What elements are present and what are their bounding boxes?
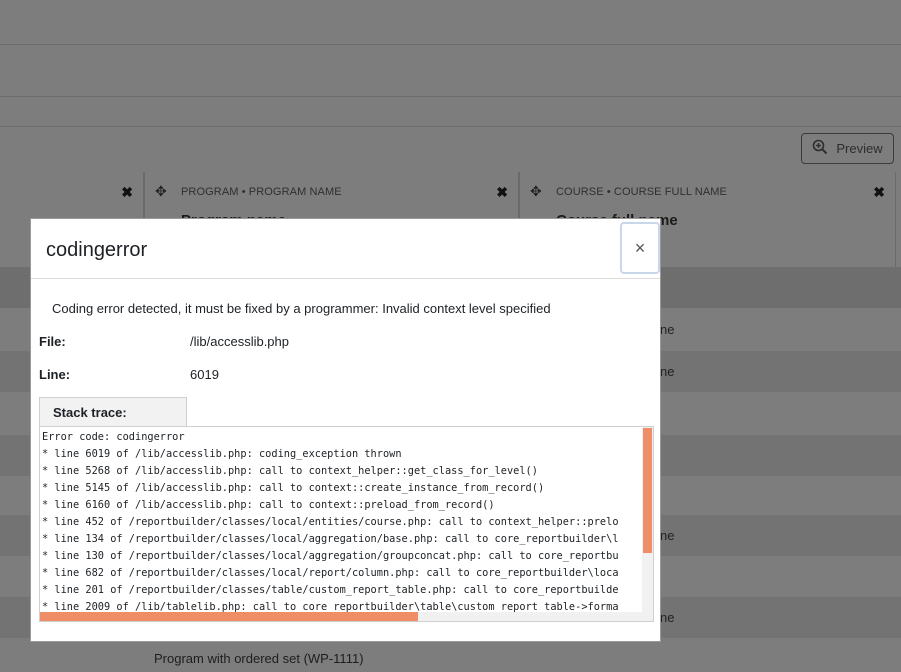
column-name: COURSE • COURSE FULL NAME bbox=[556, 186, 727, 198]
error-message: Coding error detected, it must be fixed … bbox=[52, 301, 551, 316]
trace-line: * line 6160 of /lib/accesslib.php: call … bbox=[42, 499, 495, 511]
remove-column-icon[interactable]: ✖ bbox=[121, 184, 133, 201]
trace-line: * line 6019 of /lib/accesslib.php: codin… bbox=[42, 448, 402, 460]
trace-line: * line 682 of /reportbuilder/classes/loc… bbox=[42, 567, 619, 579]
preview-label: Preview bbox=[836, 141, 883, 156]
line-value: 6019 bbox=[190, 367, 219, 382]
stack-trace-text: Error code: codingerror * line 6019 of /l… bbox=[42, 429, 642, 616]
error-modal: codingerror × Coding error detected, it … bbox=[30, 218, 661, 642]
file-label: File: bbox=[39, 334, 66, 349]
stack-trace-box[interactable]: Error code: codingerror * line 6019 of /l… bbox=[39, 426, 654, 622]
divider bbox=[0, 44, 901, 45]
trace-line: * line 134 of /reportbuilder/classes/loc… bbox=[42, 533, 619, 545]
remove-column-icon[interactable]: ✖ bbox=[496, 184, 508, 201]
zoom-in-icon bbox=[812, 139, 828, 158]
divider bbox=[0, 96, 901, 97]
stack-trace-tab[interactable]: Stack trace: bbox=[39, 397, 187, 426]
vertical-scrollbar[interactable] bbox=[642, 427, 653, 621]
trace-line: * line 452 of /reportbuilder/classes/loc… bbox=[42, 516, 619, 528]
modal-title: codingerror bbox=[46, 239, 148, 261]
scrollbar-thumb[interactable] bbox=[40, 612, 418, 621]
trace-line: Error code: codingerror bbox=[42, 431, 185, 443]
close-button[interactable]: × bbox=[620, 222, 660, 274]
file-value: /lib/accesslib.php bbox=[190, 334, 289, 349]
divider bbox=[0, 126, 901, 127]
page-header-band bbox=[0, 0, 901, 44]
horizontal-scrollbar[interactable] bbox=[40, 612, 644, 621]
column-name: PROGRAM • PROGRAM NAME bbox=[181, 186, 342, 198]
remove-column-icon[interactable]: ✖ bbox=[873, 184, 885, 201]
trace-line: * line 201 of /reportbuilder/classes/tab… bbox=[42, 584, 619, 596]
trace-line: * line 130 of /reportbuilder/classes/loc… bbox=[42, 550, 619, 562]
divider bbox=[31, 278, 660, 279]
line-label: Line: bbox=[39, 367, 71, 382]
trace-line: * line 5268 of /lib/accesslib.php: call … bbox=[42, 465, 538, 477]
scrollbar-thumb[interactable] bbox=[643, 428, 652, 553]
preview-button[interactable]: Preview bbox=[801, 133, 894, 164]
move-icon[interactable]: ✥ bbox=[155, 184, 169, 198]
program-name-cell: Program with ordered set (WP-1111) bbox=[154, 651, 364, 666]
trace-line: * line 5145 of /lib/accesslib.php: call … bbox=[42, 482, 545, 494]
move-icon[interactable]: ✥ bbox=[530, 184, 544, 198]
